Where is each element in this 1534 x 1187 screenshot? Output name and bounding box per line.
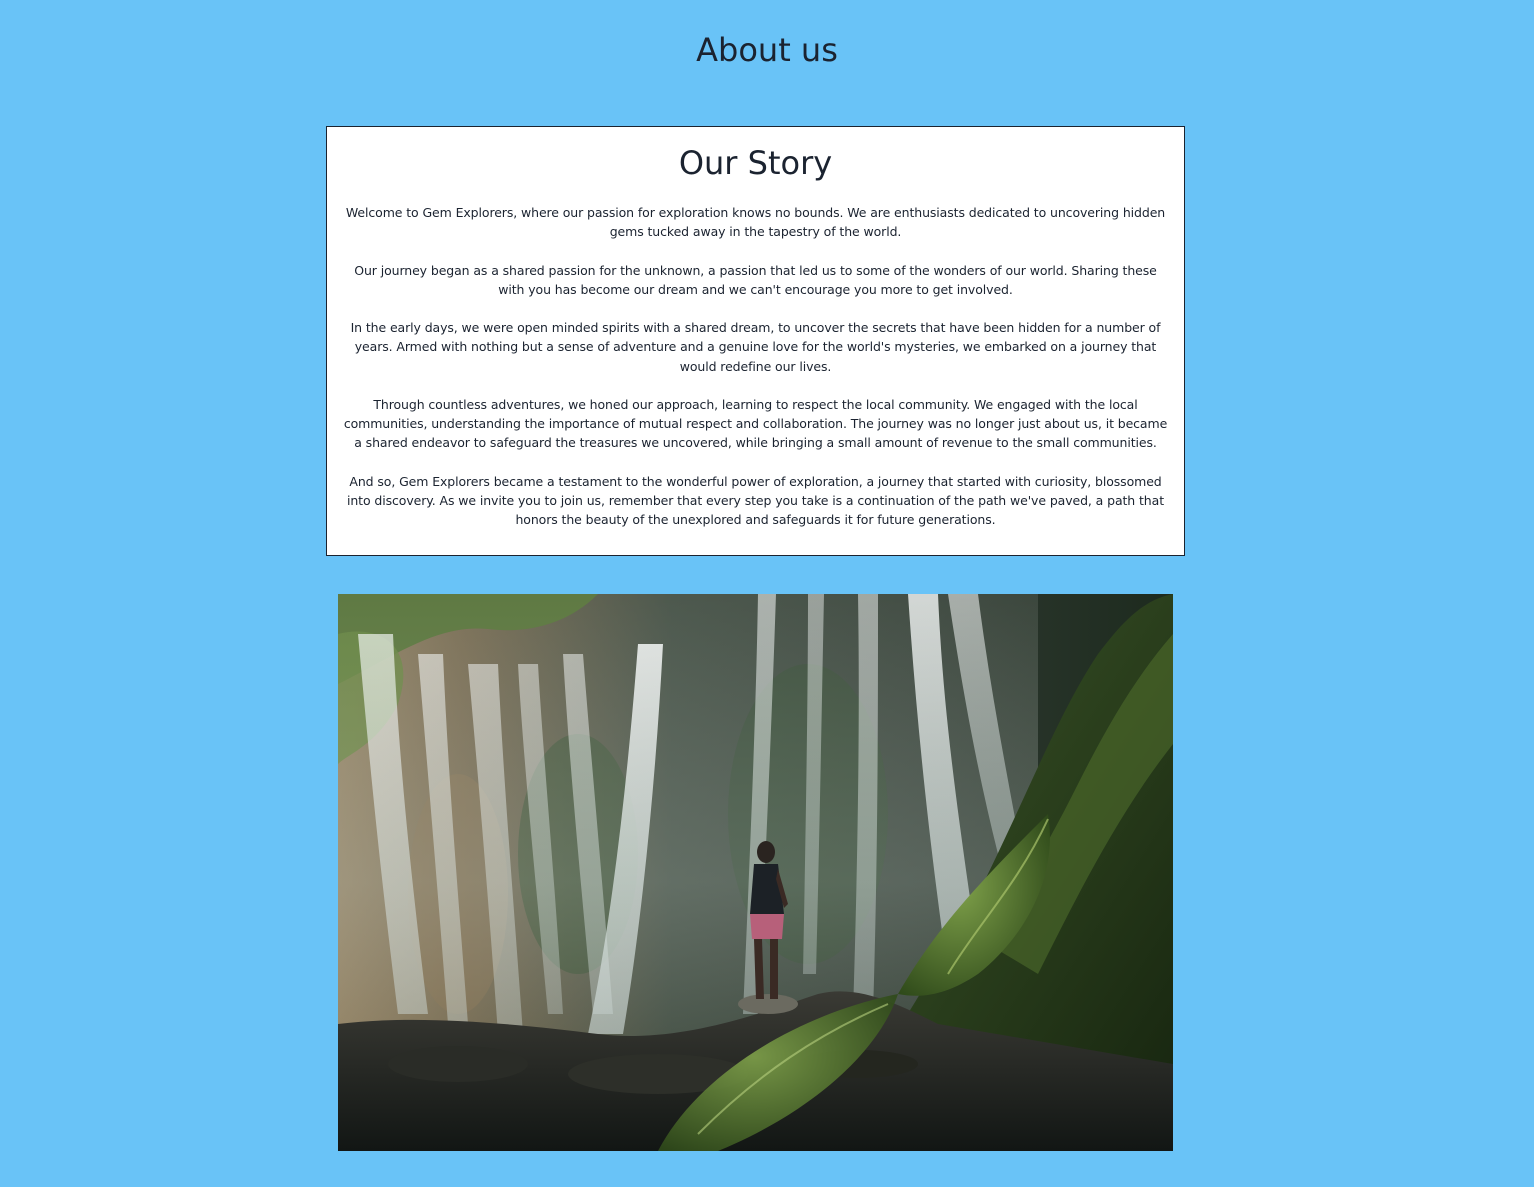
story-paragraph: Welcome to Gem Explorers, where our pass… xyxy=(345,205,1166,240)
story-card: Our Story Welcome to Gem Explorers, wher… xyxy=(326,126,1185,556)
story-heading: Our Story xyxy=(678,144,833,182)
waterfall-photo xyxy=(338,594,1173,1151)
story-paragraph: In the early days, we were open minded s… xyxy=(350,320,1161,374)
story-paragraph: Through countless adventures, we honed o… xyxy=(343,396,1168,451)
page-title: About us xyxy=(696,31,838,69)
story-paragraph: Our journey began as a shared passion fo… xyxy=(354,262,1157,297)
story-paragraph: And so, Gem Explorers became a testament… xyxy=(346,473,1164,528)
